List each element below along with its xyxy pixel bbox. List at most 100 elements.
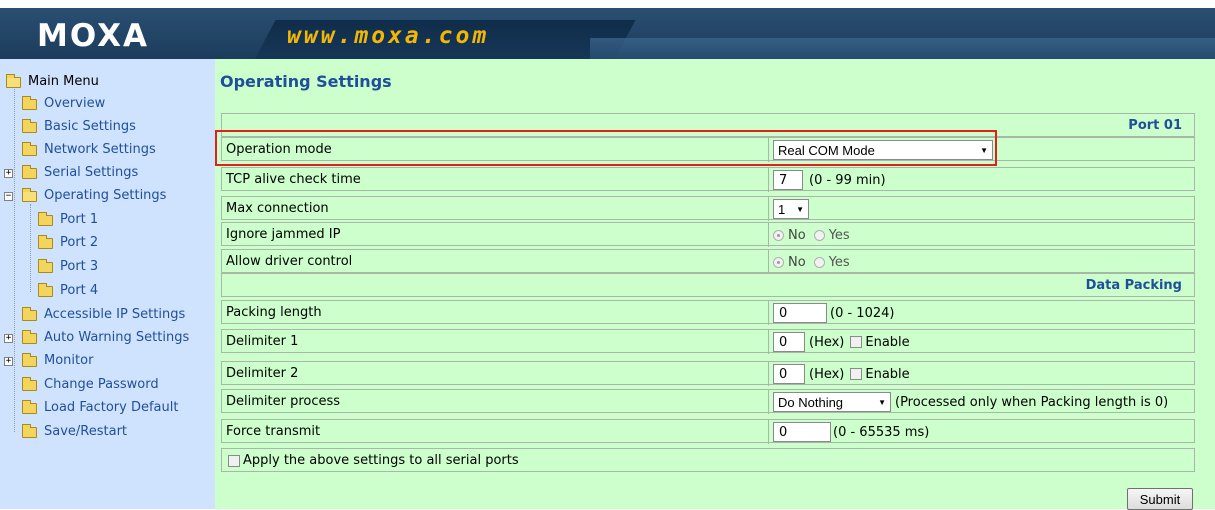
expand-plus-icon[interactable]: + <box>4 334 13 343</box>
folder-icon <box>22 399 37 414</box>
sidebar-item-auto-warning-settings[interactable]: Auto Warning Settings <box>22 327 189 349</box>
delimiter-2-enable-checkbox[interactable] <box>850 368 863 380</box>
folder-icon <box>22 423 37 438</box>
tcp-alive-input[interactable]: 7 <box>773 170 803 190</box>
page-title: Operating Settings <box>220 72 392 91</box>
checkbox-label: Enable <box>865 334 910 350</box>
sidebar-item-label: Port 3 <box>60 259 99 274</box>
collapse-minus-icon[interactable]: − <box>4 192 13 201</box>
dropdown-arrow-icon: ▼ <box>796 204 804 214</box>
folder-icon <box>22 118 37 133</box>
folder-icon <box>38 282 53 297</box>
sidebar-item-label: Accessible IP Settings <box>44 307 186 322</box>
apply-all-label: Apply the above settings to all serial p… <box>243 453 519 468</box>
folder-icon <box>38 258 53 273</box>
folder-icon <box>38 211 53 226</box>
ignore-jammed-yes-radio[interactable] <box>813 229 825 241</box>
folder-icon <box>22 329 37 344</box>
row-packing-length: Packing length 0 (0 - 1024) <box>221 300 1195 325</box>
max-connection-select[interactable]: 1 ▼ <box>773 199 809 219</box>
delimiter-process-select[interactable]: Do Nothing ▼ <box>773 392 891 412</box>
sidebar-item-port-4[interactable]: Port 4 <box>38 280 98 302</box>
sidebar-item-port-1[interactable]: Port 1 <box>38 209 98 231</box>
folder-icon <box>22 95 37 110</box>
header-banner: MOXA www.moxa.com <box>0 8 1215 59</box>
operation-mode-select[interactable]: Real COM Mode ▼ <box>773 140 993 160</box>
operation-mode-value: Real COM Mode <box>778 142 875 158</box>
folder-icon <box>22 306 37 321</box>
folder-icon <box>22 164 37 179</box>
delimiter-process-hint: (Processed only when Packing length is 0… <box>895 394 1169 410</box>
sidebar-item-label: Overview <box>44 96 106 111</box>
header-shine <box>590 38 1215 59</box>
sidebar-item-label: Basic Settings <box>44 119 136 134</box>
tcp-alive-hint: (0 - 99 min) <box>809 172 886 188</box>
row-max-connection: Max connection 1 ▼ <box>221 196 1195 221</box>
sidebar-item-serial-settings[interactable]: Serial Settings <box>22 162 138 184</box>
sidebar-item-network-settings[interactable]: Network Settings <box>22 139 156 161</box>
folder-icon <box>38 234 53 249</box>
section-header-port: Port 01 <box>221 113 1195 137</box>
allow-driver-label: Allow driver control <box>226 254 353 269</box>
sidebar-item-operating-settings[interactable]: Operating Settings <box>22 185 166 207</box>
tcp-alive-label: TCP alive check time <box>226 172 361 187</box>
packing-length-input[interactable]: 0 <box>773 303 827 323</box>
delimiter-1-input[interactable]: 0 <box>773 332 805 352</box>
sidebar-item-overview[interactable]: Overview <box>22 93 105 115</box>
row-force-transmit: Force transmit 0 (0 - 65535 ms) <box>221 419 1195 444</box>
radio-label: No <box>788 227 806 243</box>
expand-plus-icon[interactable]: + <box>4 169 13 178</box>
sidebar-item-label: Change Password <box>44 377 159 392</box>
force-transmit-input[interactable]: 0 <box>773 422 831 442</box>
sidebar-item-label: Save/Restart <box>44 424 128 439</box>
apply-all-checkbox[interactable] <box>228 455 240 467</box>
radio-label: Yes <box>828 254 850 270</box>
moxa-logo: MOXA <box>37 18 149 54</box>
folder-icon <box>22 376 37 391</box>
ignore-jammed-no-radio[interactable] <box>773 229 784 241</box>
data-packing-header: Data Packing <box>1085 278 1182 293</box>
row-operation-mode: Operation mode Real COM Mode ▼ <box>221 137 1195 162</box>
delimiter-process-label: Delimiter process <box>226 394 341 409</box>
sidebar-item-label: Serial Settings <box>44 165 139 180</box>
sidebar-item-label: Load Factory Default <box>44 400 179 415</box>
force-transmit-label: Force transmit <box>226 424 321 439</box>
row-delimiter-process: Delimiter process Do Nothing ▼ (Processe… <box>221 389 1195 414</box>
sidebar-item-basic-settings[interactable]: Basic Settings <box>22 116 136 138</box>
delimiter-2-label: Delimiter 2 <box>226 366 299 381</box>
dropdown-arrow-icon: ▼ <box>980 145 988 155</box>
sidebar-item-change-password[interactable]: Change Password <box>22 374 159 396</box>
operation-mode-label: Operation mode <box>226 142 332 157</box>
max-connection-value: 1 <box>778 201 786 217</box>
website-url[interactable]: www.moxa.com <box>287 23 489 49</box>
sidebar-item-main-menu[interactable]: Main Menu <box>6 71 99 93</box>
folder-icon <box>22 141 37 156</box>
row-tcp-alive-check-time: TCP alive check time 7 (0 - 99 min) <box>221 167 1195 192</box>
sidebar-item-label: Port 1 <box>60 212 99 227</box>
sidebar-item-save-restart[interactable]: Save/Restart <box>22 421 127 443</box>
section-header-data-packing: Data Packing <box>221 273 1195 297</box>
sidebar-item-port-2[interactable]: Port 2 <box>38 232 98 254</box>
sidebar-item-label: Port 2 <box>60 235 99 250</box>
sidebar-item-accessible-ip-settings[interactable]: Accessible IP Settings <box>22 304 185 326</box>
force-transmit-hint: (0 - 65535 ms) <box>833 424 930 440</box>
sidebar-item-port-3[interactable]: Port 3 <box>38 256 98 278</box>
expand-plus-icon[interactable]: + <box>4 357 13 366</box>
row-allow-driver-control: Allow driver control No Yes <box>221 249 1195 274</box>
delimiter-2-input[interactable]: 0 <box>773 364 805 384</box>
delimiter-1-enable-checkbox[interactable] <box>850 336 863 348</box>
sidebar-item-load-factory-default[interactable]: Load Factory Default <box>22 397 178 419</box>
dropdown-arrow-icon: ▼ <box>878 397 886 407</box>
allow-driver-no-radio[interactable] <box>773 256 784 268</box>
allow-driver-yes-radio[interactable] <box>813 256 825 268</box>
folder-open-icon <box>6 73 21 88</box>
row-apply-all: Apply the above settings to all serial p… <box>221 448 1195 472</box>
sidebar-item-monitor[interactable]: Monitor <box>22 350 93 372</box>
ignore-jammed-label: Ignore jammed IP <box>226 227 341 242</box>
folder-icon <box>22 352 37 367</box>
row-delimiter-2: Delimiter 2 0 (Hex) Enable <box>221 361 1195 386</box>
submit-button[interactable]: Submit <box>1127 488 1193 510</box>
sidebar-item-label: Auto Warning Settings <box>44 330 190 345</box>
radio-label: No <box>788 254 806 270</box>
radio-label: Yes <box>828 227 850 243</box>
